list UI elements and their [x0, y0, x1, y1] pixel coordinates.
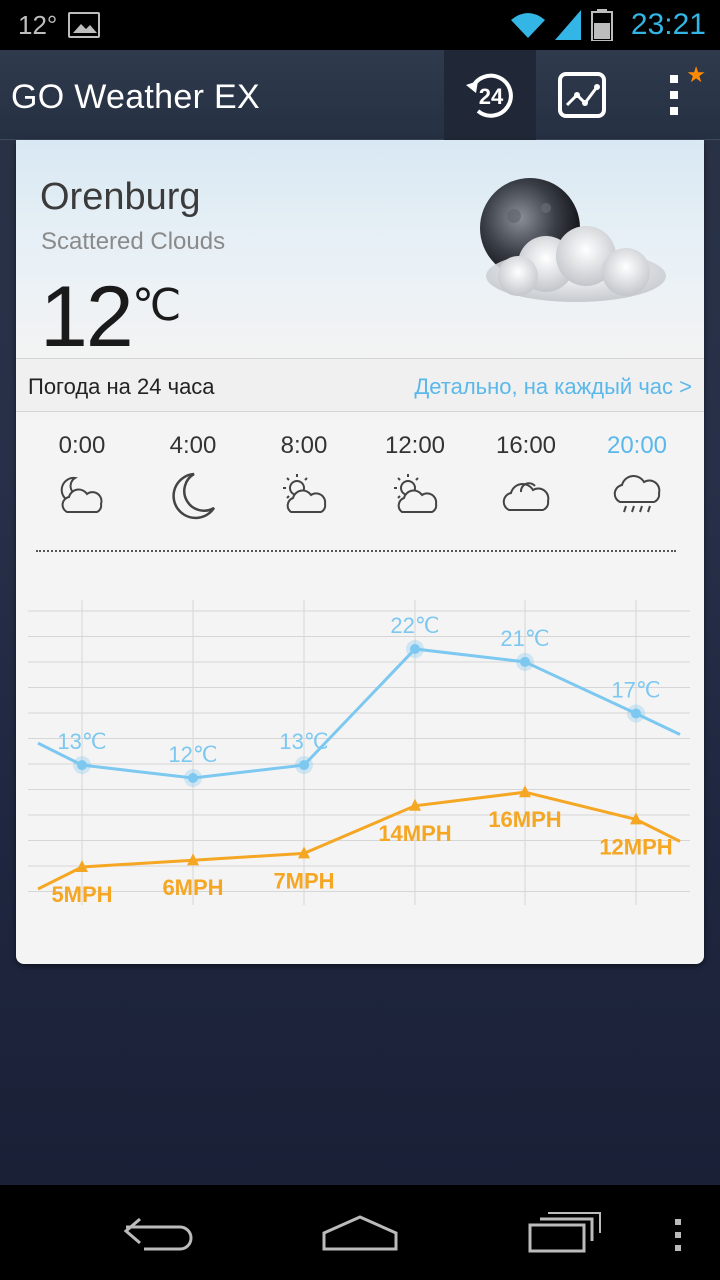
city-name: Orenburg	[40, 176, 201, 218]
trend-chart-icon	[558, 72, 606, 118]
wind-label: 6MPH	[162, 875, 223, 900]
temperature-point	[299, 760, 309, 771]
temperature-label: 22℃	[390, 613, 439, 638]
status-time: 23:21	[630, 8, 706, 41]
hour-time: 20:00	[606, 432, 668, 459]
wind-label: 12MPH	[599, 834, 672, 859]
image-notification-icon	[68, 12, 100, 38]
menu-button[interactable]	[672, 1217, 684, 1253]
sun-cloud-icon	[394, 474, 438, 513]
forecast-24h-title: Погода на 24 часа	[28, 374, 215, 399]
hour-item[interactable]: 16:00	[471, 432, 581, 516]
sun-cloud-icon	[283, 474, 327, 513]
condition-text: Scattered Clouds	[41, 228, 226, 255]
wind-label: 7MPH	[273, 868, 334, 893]
forecast-24h-bar: Погода на 24 часа Детально, на каждый ча…	[16, 358, 704, 412]
hourly-forecast-row: 0:00 4:00 8:00 12:00 16:00 20:00	[16, 432, 704, 532]
wind-label: 16MPH	[488, 807, 561, 832]
battery-icon	[590, 9, 613, 41]
temperature-point	[631, 708, 641, 719]
wind-label: 5MPH	[51, 882, 112, 907]
hour24-button[interactable]: 24	[444, 50, 536, 140]
more-vert-icon	[670, 75, 678, 115]
more-vert-icon	[675, 1219, 681, 1251]
hour-item[interactable]: 8:00	[249, 432, 359, 516]
app-title: GO Weather EX	[11, 78, 260, 116]
chart-button[interactable]	[536, 50, 628, 140]
hour-item[interactable]: 0:00	[27, 432, 137, 516]
recents-icon	[528, 1212, 601, 1253]
night-cloud-icon	[60, 476, 103, 513]
divider	[36, 550, 676, 552]
overflow-menu-button[interactable]: ★	[628, 50, 720, 140]
hourly-detail-link[interactable]: Детально, на каждый час >	[414, 374, 692, 400]
hour-item[interactable]: 12:00	[360, 432, 470, 516]
hour-time: 12:00	[384, 432, 446, 459]
current-weather-panel[interactable]: Orenburg Scattered Clouds 12 ℃	[16, 140, 704, 365]
temperature-point	[520, 656, 530, 667]
temperature-label: 13℃	[57, 729, 106, 754]
hour24-label: 24	[479, 84, 504, 109]
navigation-bar	[0, 1185, 720, 1280]
temperature-label: 12℃	[168, 742, 217, 767]
temperature-label: 21℃	[500, 626, 549, 651]
refresh-24-icon: 24	[466, 73, 513, 118]
hour-item[interactable]: 4:00	[138, 432, 248, 520]
wind-label: 14MPH	[378, 821, 451, 846]
hour-time: 0:00	[58, 432, 106, 459]
wind-point	[519, 785, 531, 798]
home-icon	[322, 1215, 398, 1251]
temperature-wind-chart: 13℃ 12℃ 13℃ 22℃ 21℃ 17℃ 5MPH 6MPH 7MPH 14MPH 16MPH…	[28, 600, 690, 907]
hour-item[interactable]: 20:00	[582, 432, 692, 520]
star-icon: ★	[686, 62, 706, 87]
current-temperature: 12	[40, 269, 134, 365]
weather-card: Orenburg Scattered Clouds 12 ℃ Погода на…	[16, 140, 704, 964]
action-bar: GO Weather EX 24 ★	[0, 50, 720, 140]
back-icon	[123, 1217, 193, 1251]
home-button[interactable]	[320, 1213, 400, 1253]
temperature-label: 17℃	[611, 678, 660, 703]
back-button[interactable]	[120, 1213, 200, 1253]
wifi-icon	[510, 13, 545, 38]
temperature-label: 13℃	[279, 729, 328, 754]
temperature-point	[410, 644, 420, 654]
hour-time: 8:00	[280, 432, 328, 459]
temperature-point	[188, 773, 198, 783]
cloud-icon	[502, 482, 550, 511]
status-bar: 12° 23:21	[0, 0, 720, 50]
temperature-unit: ℃	[132, 281, 182, 330]
moon-clouds-icon	[480, 178, 666, 302]
signal-icon	[554, 10, 581, 40]
hour-time: 4:00	[169, 432, 217, 459]
hour-time: 16:00	[495, 432, 557, 459]
status-temperature: 12°	[18, 10, 58, 40]
temperature-point	[77, 760, 87, 771]
rain-cloud-icon	[613, 475, 661, 513]
moon-icon	[172, 472, 216, 520]
recents-button[interactable]	[526, 1211, 602, 1253]
